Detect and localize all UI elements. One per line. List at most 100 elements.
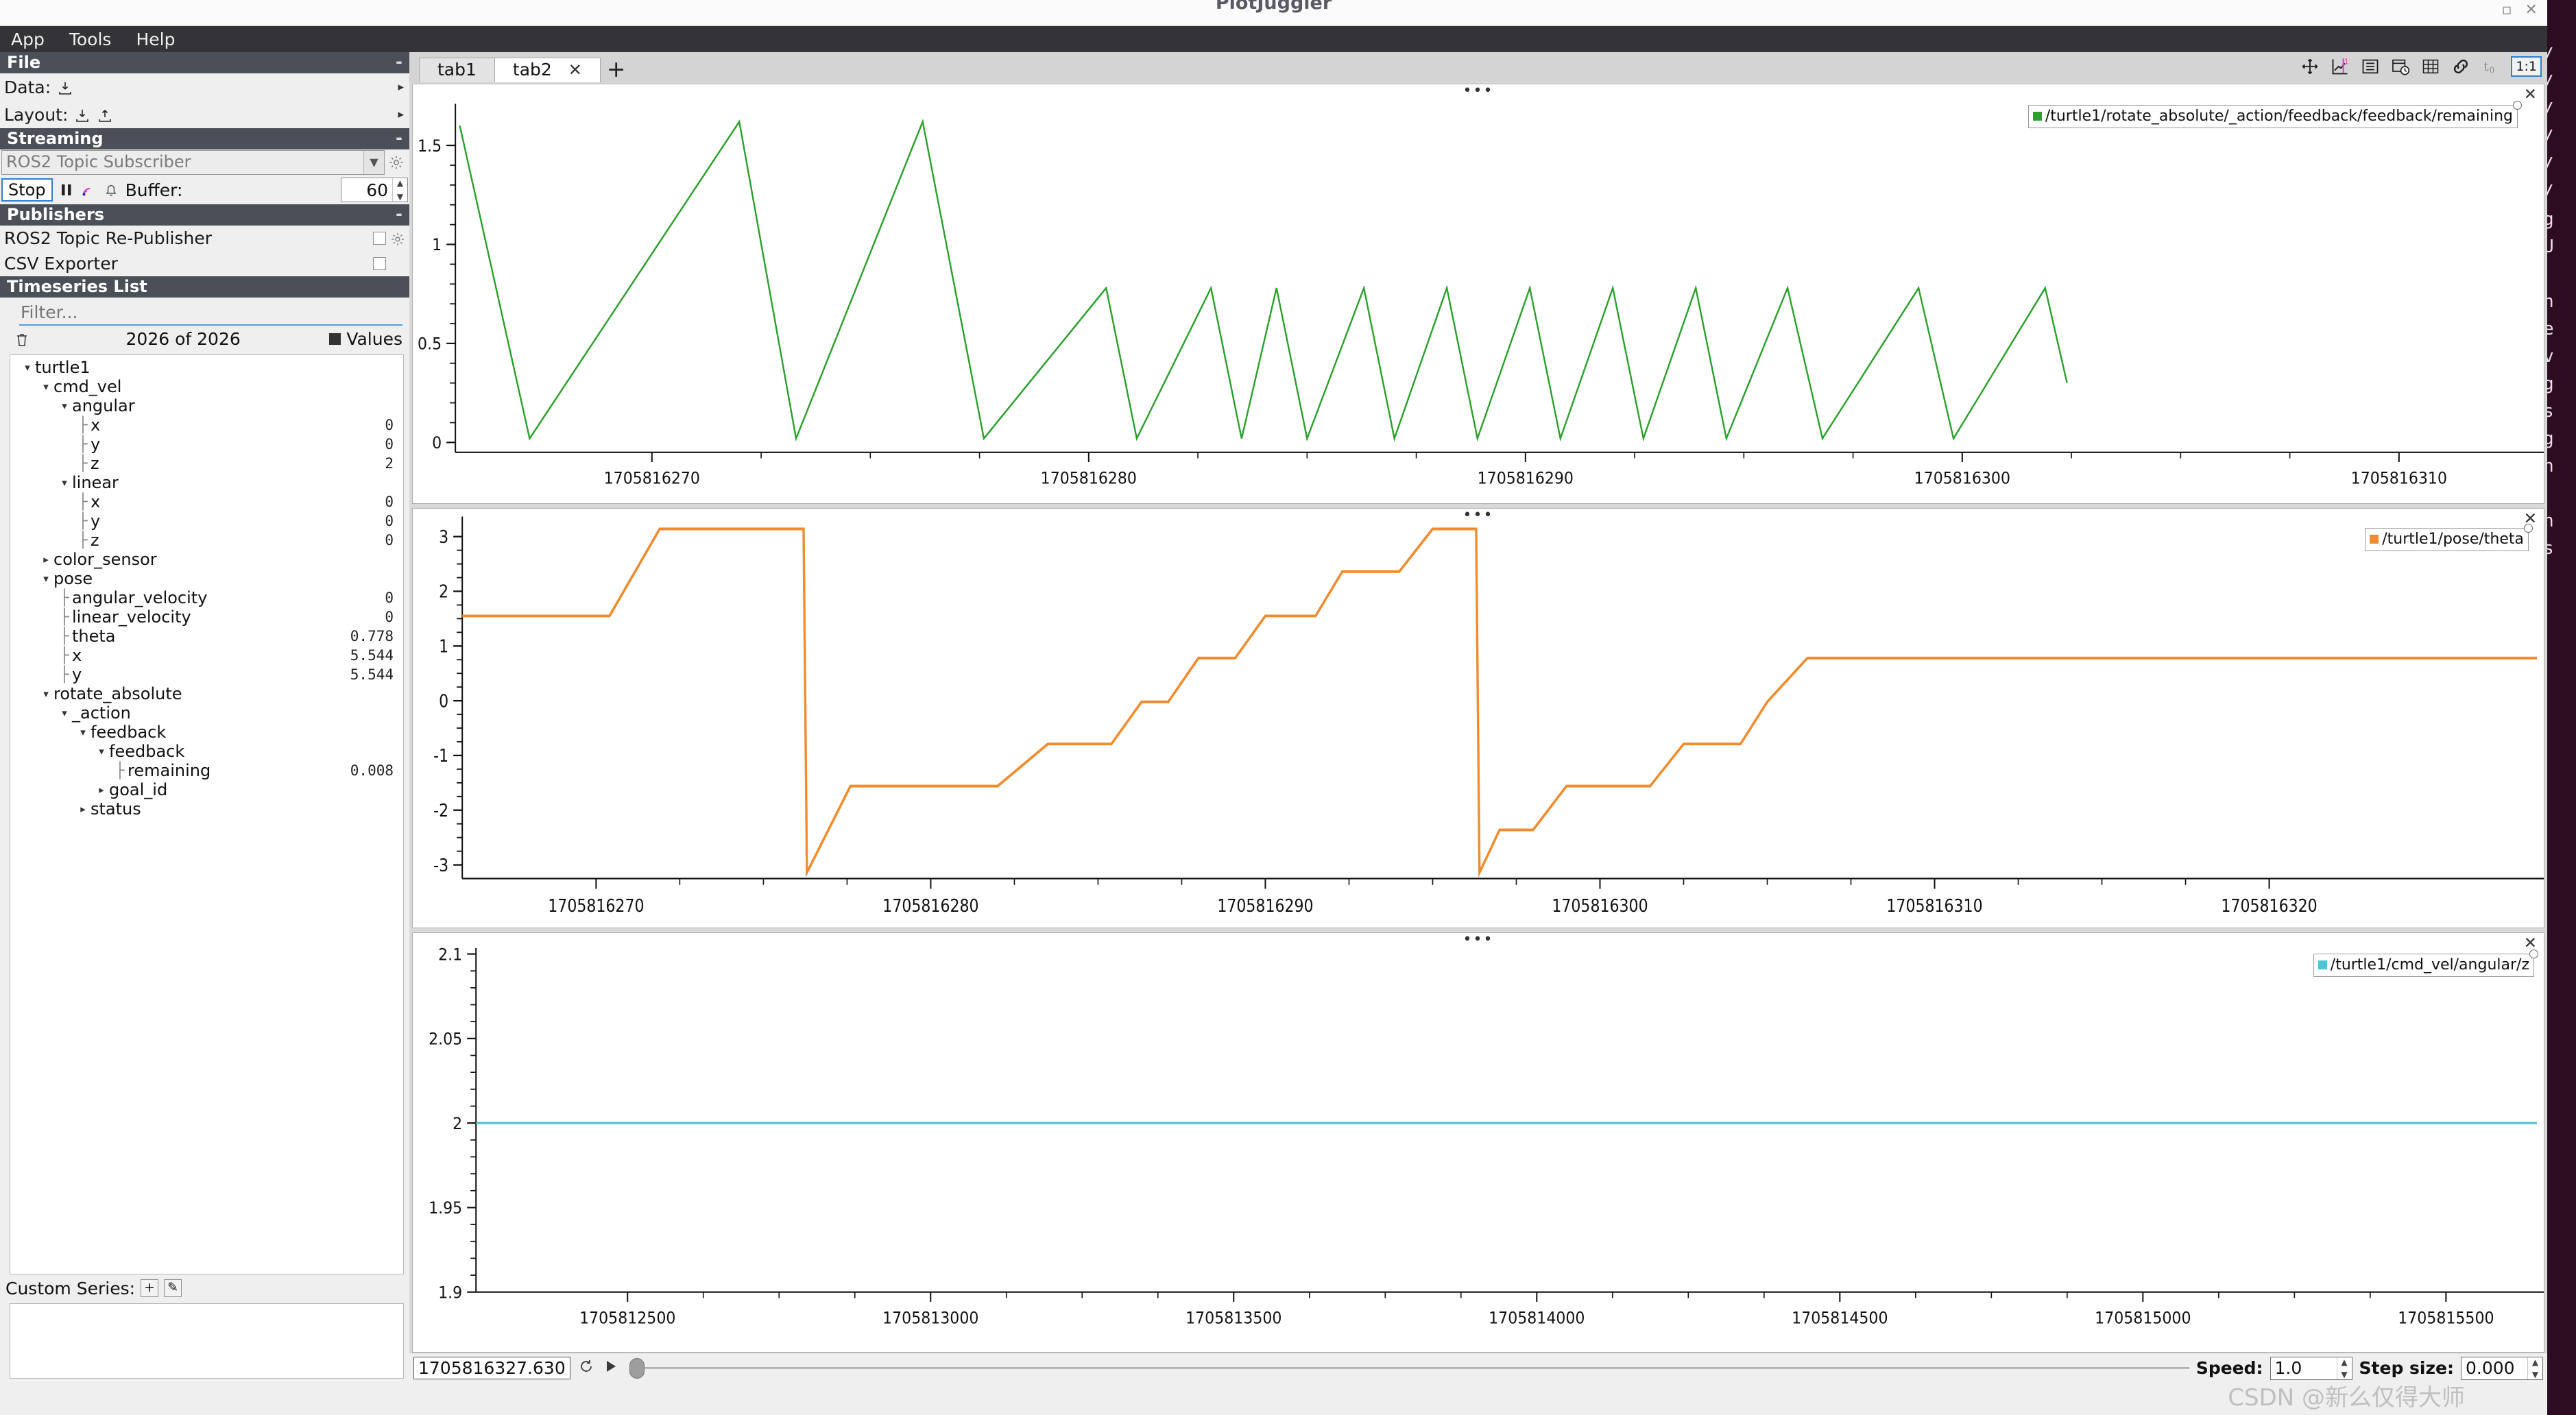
plot-theta[interactable]: ••• ✕ -3 -2 -1 0 1 2 3 1705816270 1705816280 1705… [412,508,2544,928]
chevron-down-icon[interactable]: ▼ [393,192,407,202]
tree-item-y[interactable]: ├ y 5.544 [10,665,403,684]
export-icon[interactable] [97,105,113,125]
chevron-down-icon[interactable]: ▾ [57,400,72,412]
file-section-header[interactable]: File - [0,52,409,73]
link-icon[interactable] [2451,56,2471,77]
chevron-right-icon[interactable]: ▸ [75,803,91,815]
tree-item-theta[interactable]: ├ theta 0.778 [10,627,403,646]
tree-item-z[interactable]: ├ z 2 [10,454,403,473]
bell-icon[interactable] [104,182,119,198]
streaming-collapse-icon[interactable]: - [396,128,402,148]
buffer-value[interactable]: 60 [341,180,392,200]
ratio-button[interactable]: 1:1 [2511,56,2542,77]
publisher-checkbox[interactable] [373,232,386,245]
tree-item-y[interactable]: ├ y 0 [10,435,403,454]
plot-remaining[interactable]: ••• ✕ 0 0.5 1 1.5 1705816270 1705816280 170581… [412,84,2544,504]
data-row[interactable]: Data: ▸ [0,73,409,101]
plot-legend[interactable]: /turtle1/rotate_absolute/_action/feedbac… [2027,101,2522,128]
step-arrows[interactable]: ▲ ▼ [2527,1357,2542,1379]
tree-item-z[interactable]: ├ z 0 [10,531,403,550]
tree-item-y[interactable]: ├ y 0 [10,511,403,531]
layout-row[interactable]: Layout: ▸ [0,101,409,128]
tree-item-goal_id[interactable]: ▸ goal_id [10,780,403,799]
chevron-up-icon[interactable]: ▲ [2337,1357,2352,1367]
chevron-down-icon[interactable]: ▾ [75,726,91,738]
tree-item-status[interactable]: ▸ status [10,799,403,819]
tree-item-feedback[interactable]: ▾ feedback [10,742,403,761]
gear-icon[interactable] [385,154,408,171]
plot-angular-z[interactable]: ••• ✕ 1.9 1.95 2 2.05 2.1 1705812500 170581300… [412,932,2544,1353]
tree-item-cmd_vel[interactable]: ▾ cmd_vel [10,377,403,396]
chevron-up-icon[interactable]: ▲ [2528,1357,2542,1367]
tree-item-turtle1[interactable]: ▾ turtle1 [10,358,403,377]
tree-item-feedback[interactable]: ▾ feedback [10,723,403,742]
timeline-slider[interactable] [627,1357,2189,1379]
move-icon[interactable] [2300,56,2320,77]
tree-item-x[interactable]: ├ x 5.544 [10,646,403,665]
chevron-down-icon[interactable]: ▾ [20,361,35,374]
window-controls[interactable]: ▫ ✕ [2502,1,2542,19]
grid-icon[interactable] [2420,56,2441,77]
t-zero-icon[interactable]: t 0 [2481,56,2501,77]
gear-icon[interactable] [386,228,409,248]
timeseries-section-header[interactable]: Timeseries List [0,276,409,298]
chevron-down-icon[interactable]: ▼ [2337,1370,2352,1379]
tree-item-rotate_absolute[interactable]: ▾ rotate_absolute [10,684,403,703]
signal-icon[interactable] [80,182,97,198]
legend-resize-handle[interactable] [2524,524,2533,533]
tree-item-linear[interactable]: ▾ linear [10,473,403,492]
stop-button[interactable]: Stop [1,178,53,202]
menu-help[interactable]: Help [133,28,178,51]
chevron-down-icon[interactable]: ▾ [57,707,72,719]
reload-icon[interactable] [577,1358,595,1379]
speed-value[interactable]: 1.0 [2271,1357,2337,1379]
custom-series-list[interactable] [10,1303,404,1379]
menu-app[interactable]: App [8,28,47,51]
chevron-down-icon[interactable]: ▾ [94,745,109,758]
values-toggle[interactable]: Values [329,329,402,349]
close-icon[interactable]: ✕ [568,60,582,80]
list-icon[interactable] [2360,56,2381,77]
layout-expand-arrow[interactable]: ▸ [398,108,404,121]
custom-series-edit-button[interactable]: ✎ [164,1279,182,1297]
plot-legend[interactable]: /turtle1/pose/theta [2365,524,2533,551]
data-expand-arrow[interactable]: ▸ [398,80,404,94]
publishers-section-header[interactable]: Publishers - [0,204,409,226]
step-size-stepper[interactable]: 0.000 ▲ ▼ [2461,1356,2543,1380]
add-tab-button[interactable]: + [600,58,634,82]
menu-tools[interactable]: Tools [67,28,115,51]
publishers-collapse-icon[interactable]: - [396,204,402,224]
values-checkbox[interactable] [329,332,341,345]
tree-item-angular[interactable]: ▾ angular [10,396,403,415]
streaming-section-header[interactable]: Streaming - [0,128,409,149]
timeline-track[interactable] [636,1367,2189,1369]
buffer-arrows[interactable]: ▲ ▼ [392,178,407,202]
tree-item-_action[interactable]: ▾ _action [10,703,403,723]
import-icon[interactable] [57,77,73,97]
trash-icon[interactable] [7,329,37,349]
tree-item-x[interactable]: ├ x 0 [10,415,403,435]
chevron-down-icon[interactable]: ▾ [38,380,53,393]
import-icon[interactable] [74,105,91,125]
chevron-right-icon[interactable]: ▸ [38,553,53,566]
step-size-value[interactable]: 0.000 [2461,1357,2527,1379]
timeline-handle[interactable] [629,1357,645,1379]
zoom-chart-icon[interactable]: 1 [2330,56,2350,77]
filter-input[interactable] [19,302,402,326]
legend-resize-handle[interactable] [2513,101,2522,110]
custom-series-add-button[interactable]: + [141,1279,159,1297]
chevron-up-icon[interactable]: ▲ [393,178,407,188]
chevron-down-icon[interactable]: ▾ [38,572,53,585]
chevron-right-icon[interactable]: ▸ [94,784,109,796]
publisher-row-republisher[interactable]: ROS2 Topic Re-Publisher [0,226,409,251]
calendar-clock-icon[interactable] [2390,56,2411,77]
play-icon[interactable] [602,1359,620,1378]
tab-tab2[interactable]: tab2 ✕ [494,58,601,82]
publisher-checkbox[interactable] [373,257,386,270]
chevron-down-icon[interactable]: ▼ [2528,1370,2542,1379]
streaming-plugin-select[interactable]: ROS2 Topic Subscriber ▼ [1,150,385,175]
chevron-down-icon[interactable]: ▾ [38,688,53,700]
speed-stepper[interactable]: 1.0 ▲ ▼ [2270,1356,2352,1380]
publisher-row-csv-exporter[interactable]: CSV Exporter [0,251,409,276]
chevron-down-icon[interactable]: ▼ [363,151,384,174]
